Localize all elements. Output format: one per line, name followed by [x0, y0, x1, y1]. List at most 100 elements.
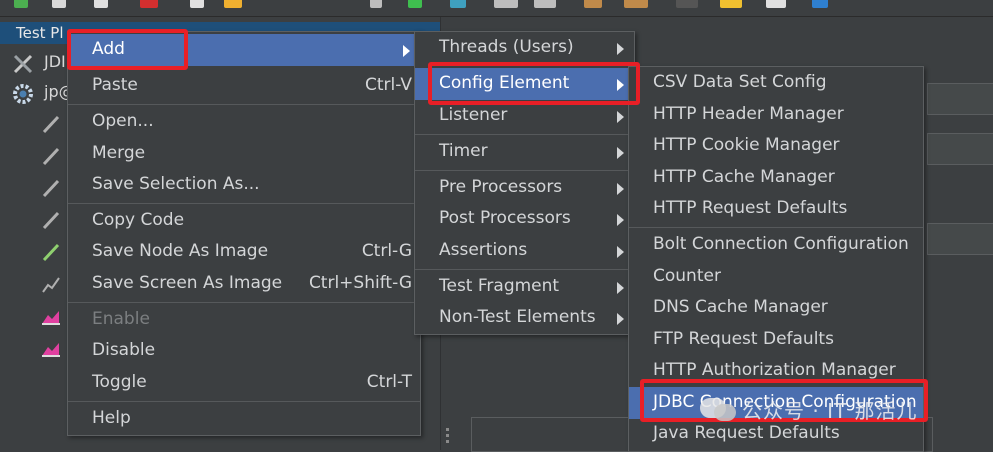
menu-item-label: Add — [92, 39, 125, 59]
config-item-http-authorization-manager[interactable]: HTTP Authorization Manager — [629, 355, 923, 387]
menu-item-label: HTTP Cache Manager — [653, 167, 835, 187]
config-item-bolt-connection[interactable]: Bolt Connection Configuration — [629, 229, 923, 261]
menu-item-open[interactable]: Open... — [68, 106, 420, 138]
name-field[interactable] — [927, 83, 993, 115]
pipette-icon — [42, 179, 60, 198]
tools-icon — [13, 54, 33, 74]
menu-item-label: HTTP Request Defaults — [653, 198, 848, 218]
menu-item-label: Paste — [92, 75, 138, 95]
add-submenu: Threads (Users) Config Element Listener … — [414, 31, 635, 335]
menu-item-shortcut: Ctrl-V — [364, 75, 412, 95]
clear-all-icon[interactable] — [624, 0, 648, 8]
submenu-arrow-icon — [617, 313, 624, 325]
tree-item[interactable] — [40, 175, 66, 201]
submenu-arrow-icon — [617, 147, 624, 159]
submenu-item-config-element[interactable]: Config Element — [415, 68, 634, 100]
submenu-item-post-processors[interactable]: Post Processors — [415, 203, 634, 235]
start-icon[interactable] — [408, 0, 422, 8]
config-item-dns-cache-manager[interactable]: DNS Cache Manager — [629, 292, 923, 324]
search-icon[interactable] — [676, 0, 698, 8]
help-icon[interactable] — [812, 0, 828, 8]
config-item-http-cache-manager[interactable]: HTTP Cache Manager — [629, 162, 923, 194]
paste-icon[interactable] — [224, 0, 242, 8]
menu-item-save-screen-as-image[interactable]: Save Screen As Image Ctrl+Shift-G — [68, 268, 420, 300]
menu-item-label: Counter — [653, 266, 721, 286]
toolbar — [0, 0, 993, 17]
tree-item[interactable] — [40, 143, 66, 169]
menu-item-disable[interactable]: Disable — [68, 335, 420, 367]
menu-item-label: Save Selection As... — [92, 174, 260, 194]
config-item-http-cookie-manager[interactable]: HTTP Cookie Manager — [629, 130, 923, 162]
menu-item-add[interactable]: Add — [68, 34, 420, 66]
tree-item[interactable] — [40, 239, 66, 265]
menu-item-paste[interactable]: Paste Ctrl-V — [68, 70, 420, 102]
submenu-item-non-test-elements[interactable]: Non-Test Elements — [415, 302, 634, 334]
menu-item-label: Open... — [92, 111, 154, 131]
config-item-ftp-request-defaults[interactable]: FTP Request Defaults — [629, 324, 923, 356]
toolbar-icon[interactable] — [94, 0, 108, 8]
stop-icon[interactable] — [494, 0, 518, 8]
tree-item[interactable]: JDI — [12, 51, 72, 77]
menu-item-label: Bolt Connection Configuration — [653, 234, 909, 254]
pipette-icon — [42, 211, 60, 230]
menu-item-label: Config Element — [439, 73, 570, 93]
toolbar-icon[interactable] — [52, 0, 66, 8]
menu-item-label: Merge — [92, 143, 146, 163]
menu-item-label: FTP Request Defaults — [653, 329, 834, 349]
menu-item-copy-code[interactable]: Copy Code — [68, 205, 420, 237]
menu-item-label: Test Fragment — [439, 276, 560, 296]
config-item-csv-data-set[interactable]: CSV Data Set Config — [629, 67, 923, 99]
toolbar-icon[interactable] — [14, 0, 28, 8]
tree-item[interactable] — [40, 303, 66, 329]
submenu-item-pre-processors[interactable]: Pre Processors — [415, 172, 634, 204]
submenu-item-timer[interactable]: Timer — [415, 136, 634, 168]
menu-item-save-selection-as[interactable]: Save Selection As... — [68, 169, 420, 201]
shutdown-icon[interactable] — [534, 0, 556, 8]
menu-item-save-node-as-image[interactable]: Save Node As Image Ctrl-G — [68, 236, 420, 268]
splitter-grip-icon[interactable] — [446, 428, 450, 446]
config-item-counter[interactable]: Counter — [629, 261, 923, 293]
reset-search-icon[interactable] — [720, 0, 742, 8]
submenu-arrow-icon — [617, 246, 624, 258]
submenu-item-listener[interactable]: Listener — [415, 100, 634, 132]
tree-item[interactable] — [40, 111, 66, 137]
menu-item-shortcut: Ctrl+Shift-G — [308, 273, 412, 293]
submenu-item-test-fragment[interactable]: Test Fragment — [415, 271, 634, 303]
config-item-http-header-manager[interactable]: HTTP Header Manager — [629, 99, 923, 131]
cut-icon[interactable] — [140, 0, 158, 8]
menu-item-label: Java Request Defaults — [653, 423, 840, 443]
pipette-icon[interactable] — [370, 0, 382, 8]
menu-item-label: Toggle — [92, 372, 147, 392]
function-helper-icon[interactable] — [766, 0, 786, 8]
tree-root-label: Test Pl — [16, 24, 64, 42]
graph-icon — [42, 343, 60, 357]
submenu-arrow-icon — [617, 43, 624, 55]
menu-item-label: Help — [92, 408, 131, 428]
clear-icon[interactable] — [584, 0, 602, 8]
menu-item-shortcut: Ctrl-G — [361, 241, 412, 261]
gear-icon — [13, 84, 33, 104]
tree-item[interactable]: jp@ — [12, 81, 75, 107]
menu-item-help[interactable]: Help — [68, 403, 420, 435]
tree-item[interactable] — [40, 271, 66, 297]
menu-item-label: Save Screen As Image — [92, 273, 283, 293]
wechat-icon — [714, 404, 736, 421]
tree-item[interactable] — [40, 207, 66, 233]
copy-icon[interactable] — [190, 0, 204, 8]
submenu-item-threads[interactable]: Threads (Users) — [415, 32, 634, 64]
submenu-arrow-icon — [617, 79, 624, 91]
editor-section — [927, 223, 993, 255]
submenu-item-assertions[interactable]: Assertions — [415, 235, 634, 267]
start-no-pause-icon[interactable] — [450, 0, 466, 8]
context-menu: Add Paste Ctrl-V Open... Merge Save Sele… — [67, 31, 421, 436]
menu-item-merge[interactable]: Merge — [68, 138, 420, 170]
tree-item-label: JDI — [44, 52, 66, 71]
comments-field[interactable] — [927, 133, 993, 165]
menu-item-label: Listener — [439, 105, 508, 125]
graph-icon — [42, 311, 60, 325]
menu-item-toggle[interactable]: Toggle Ctrl-T — [68, 367, 420, 399]
tree-item[interactable] — [40, 335, 66, 361]
menu-separator — [68, 401, 420, 402]
menu-item-label: Timer — [439, 141, 488, 161]
config-item-http-request-defaults[interactable]: HTTP Request Defaults — [629, 193, 923, 225]
